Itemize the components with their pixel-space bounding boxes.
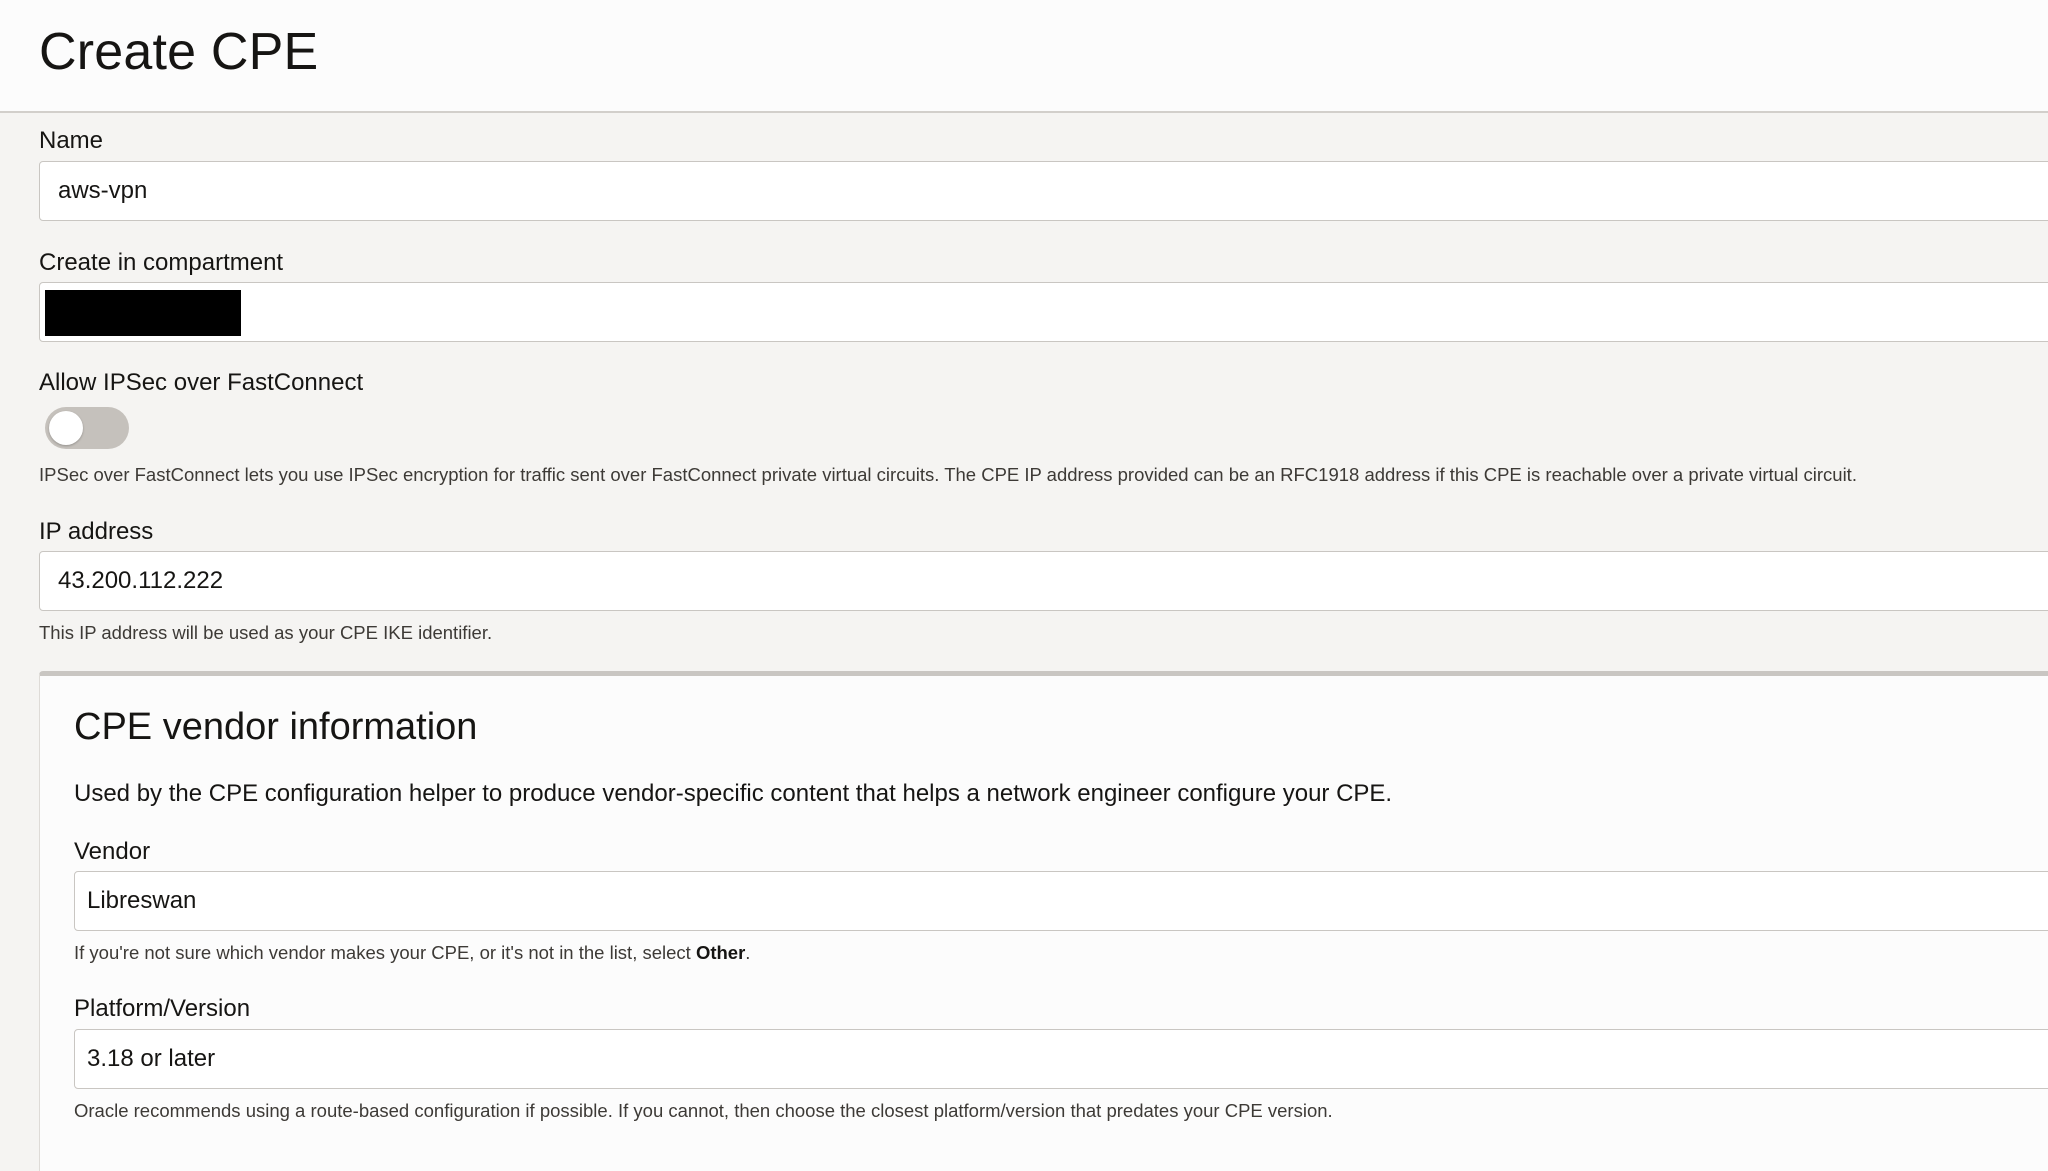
platform-version-label: Platform/Version: [74, 995, 251, 1022]
name-input[interactable]: aws-vpn: [39, 161, 2048, 221]
page-title: Create CPE: [39, 23, 319, 81]
vendor-help-prefix: If you're not sure which vendor makes yo…: [74, 942, 696, 963]
toggle-knob: [49, 411, 83, 445]
ipsec-fastconnect-label: Allow IPSec over FastConnect: [39, 369, 364, 396]
ip-address-label: IP address: [39, 518, 154, 545]
vendor-select[interactable]: Libreswan: [74, 871, 2048, 931]
vendor-help: If you're not sure which vendor makes yo…: [74, 942, 750, 964]
ipsec-fastconnect-help: IPSec over FastConnect lets you use IPSe…: [39, 464, 1857, 485]
platform-version-select[interactable]: 3.18 or later: [74, 1029, 2048, 1089]
compartment-select[interactable]: [39, 282, 2048, 342]
ip-address-help: This IP address will be used as your CPE…: [39, 622, 493, 643]
vendor-help-suffix: .: [745, 942, 751, 963]
ip-address-input[interactable]: 43.200.112.222: [39, 551, 2048, 611]
ipsec-fastconnect-toggle[interactable]: [45, 407, 129, 449]
cpe-vendor-panel-title: CPE vendor information: [74, 706, 478, 748]
name-label: Name: [39, 127, 104, 154]
cpe-vendor-panel-description: Used by the CPE configuration helper to …: [74, 780, 1393, 807]
redacted-compartment-value: [45, 290, 241, 336]
vendor-label: Vendor: [74, 838, 151, 865]
platform-version-help: Oracle recommends using a route-based co…: [74, 1100, 1333, 1121]
ip-address-input-value: 43.200.112.222: [58, 567, 224, 594]
page-header: Create CPE: [0, 0, 2048, 113]
vendor-help-other: Other: [695, 942, 746, 963]
name-input-value: aws-vpn: [58, 177, 148, 204]
platform-version-select-value: 3.18 or later: [87, 1045, 216, 1072]
compartment-label: Create in compartment: [39, 249, 284, 276]
vendor-select-value: Libreswan: [87, 887, 197, 914]
